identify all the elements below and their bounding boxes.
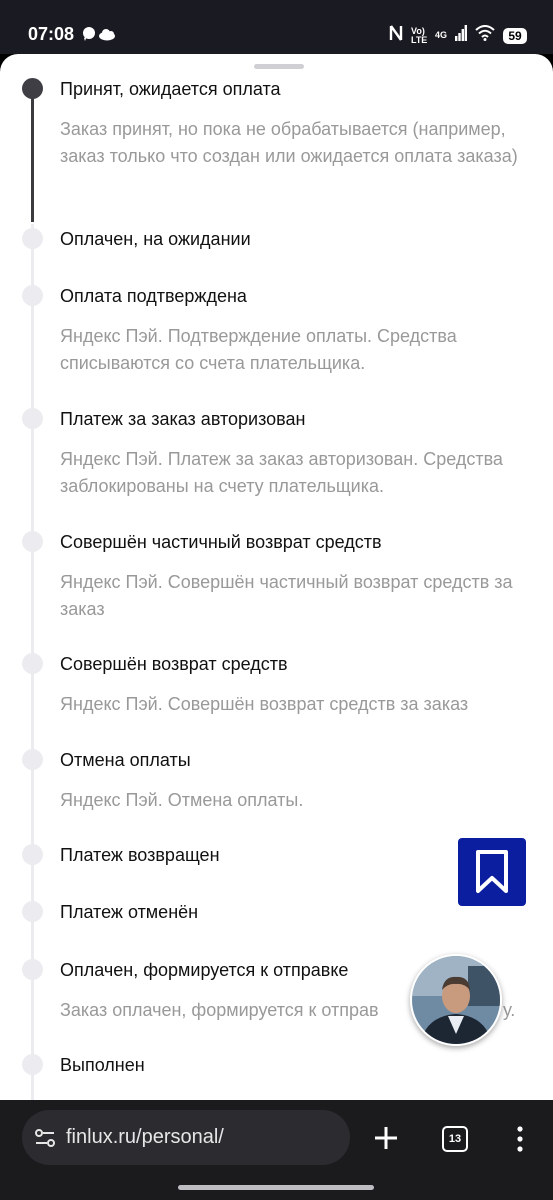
timeline-dot xyxy=(22,749,43,770)
timeline-dot xyxy=(22,1054,43,1075)
timeline-item-description: Яндекс Пэй. Платеж за заказ авторизован.… xyxy=(60,449,503,496)
more-menu-icon[interactable] xyxy=(516,1126,524,1152)
tab-switcher-button[interactable]: 13 xyxy=(442,1126,468,1152)
site-settings-icon[interactable] xyxy=(34,1127,56,1149)
gesture-navigation-bar[interactable] xyxy=(178,1185,374,1190)
timeline-dot xyxy=(22,531,43,552)
cloud-icon xyxy=(99,29,115,41)
bookmark-button[interactable] xyxy=(458,838,526,906)
timeline-dot xyxy=(22,653,43,674)
timeline-item-title: Принят, ожидается оплата xyxy=(60,79,281,99)
timeline-item-title: Оплачен, формируется к отправке xyxy=(60,960,349,980)
status-right-icons: Vo) LTE 4G 59 xyxy=(389,24,527,47)
new-tab-plus-icon[interactable] xyxy=(372,1124,400,1152)
timeline-item-description-tail: у. xyxy=(503,1000,516,1020)
timeline-item-title: Выполнен xyxy=(60,1055,145,1075)
browser-bottom-bar: finlux.ru/personal/ 13 xyxy=(0,1100,553,1200)
timeline-dot xyxy=(22,285,43,306)
status-bar: 07:08 Vo) LTE 4G 59 xyxy=(0,0,553,54)
avatar-photo xyxy=(412,956,500,1044)
sheet-drag-handle[interactable] xyxy=(254,64,304,69)
volte-label: Vo) LTE xyxy=(410,25,428,45)
wifi-icon xyxy=(475,25,495,46)
timeline-item-title: Платеж отменён xyxy=(60,902,199,922)
chat-avatar-button[interactable] xyxy=(410,954,502,1046)
timeline-dot-active xyxy=(22,78,43,99)
address-bar[interactable]: finlux.ru/personal/ xyxy=(22,1110,350,1165)
network-type: 4G xyxy=(434,30,447,40)
url-text[interactable]: finlux.ru/personal/ xyxy=(66,1126,224,1149)
timeline-dot xyxy=(22,844,43,865)
bookmark-icon xyxy=(476,850,508,893)
chat-icon xyxy=(83,27,95,41)
timeline-item-title: Платеж возвращен xyxy=(60,845,220,865)
timeline-item-title: Отмена оплаты xyxy=(60,750,191,770)
bottom-sheet: Принят, ожидается оплата Заказ принят, н… xyxy=(0,54,553,1100)
battery-icon: 59 xyxy=(503,27,527,44)
timeline-progress-line xyxy=(31,98,34,222)
timeline-item-title: Оплата подтверждена xyxy=(60,286,247,306)
timeline-dot xyxy=(22,408,43,429)
timeline-item-title: Платеж за заказ авторизован xyxy=(60,409,306,429)
signal-icon xyxy=(455,25,467,46)
timeline-item-description: Заказ принят, но пока не обрабатывается … xyxy=(60,119,518,166)
status-left-icons xyxy=(82,26,122,47)
nfc-icon xyxy=(389,24,403,47)
timeline-item-title: Оплачен, на ожидании xyxy=(60,229,251,249)
timeline-item-title: Совершён частичный возврат средств xyxy=(60,532,382,552)
timeline-item-description: Яндекс Пэй. Отмена оплаты. xyxy=(60,790,304,810)
timeline-item-description: Яндекс Пэй. Совершён частичный возврат с… xyxy=(60,572,513,619)
timeline-dot xyxy=(22,901,43,922)
timeline-item-description-text: Заказ оплачен, формируется к отправ xyxy=(60,1000,379,1020)
timeline-dot xyxy=(22,228,43,249)
timeline-item-description: Яндекс Пэй. Подтверждение оплаты. Средст… xyxy=(60,326,457,373)
timeline-item-description: Яндекс Пэй. Совершён возврат средств за … xyxy=(60,694,469,714)
timeline-item-title: Совершён возврат средств xyxy=(60,654,288,674)
status-time: 07:08 xyxy=(28,24,75,44)
timeline-dot xyxy=(22,959,43,980)
